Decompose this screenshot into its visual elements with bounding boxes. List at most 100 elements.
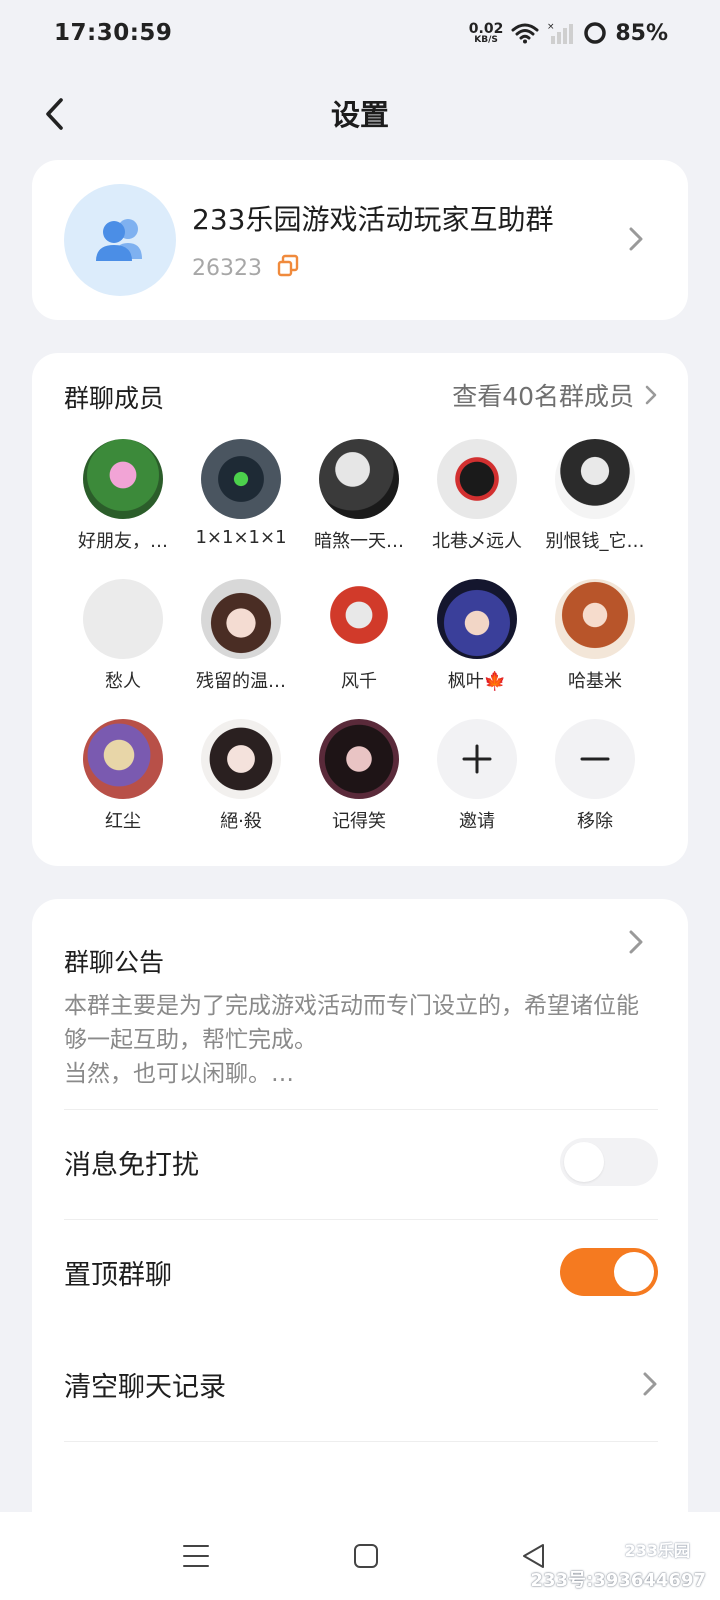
mute-toggle[interactable] — [560, 1138, 658, 1186]
battery-percent: 85% — [615, 20, 668, 46]
member-item[interactable]: 别恨钱_它… — [536, 439, 654, 579]
member-avatar — [555, 439, 635, 519]
member-item[interactable]: 残留的温… — [182, 579, 300, 719]
wifi-icon — [511, 22, 539, 44]
member-item[interactable]: 红尘 — [64, 719, 182, 859]
mute-row: 消息免打扰 — [64, 1127, 658, 1197]
chevron-right-icon — [629, 930, 643, 954]
remove-label: 移除 — [577, 811, 613, 832]
member-item[interactable]: 暗煞一天… — [300, 439, 418, 579]
member-name: 絕·殺 — [220, 811, 262, 832]
clear-history-row[interactable]: 清空聊天记录 — [64, 1349, 658, 1419]
mute-label: 消息免打扰 — [64, 1149, 199, 1181]
member-name: 好朋友，… — [78, 531, 168, 552]
chevron-right-icon — [629, 227, 643, 251]
chevron-right-icon — [645, 385, 657, 405]
member-avatar — [319, 579, 399, 659]
status-time: 17:30:59 — [54, 20, 173, 46]
member-name: 风千 — [341, 671, 377, 692]
settings-card: 群聊公告 本群主要是为了完成游戏活动而专门设立的，希望诸位能够一起互助，帮忙完成… — [32, 899, 688, 1539]
toggle-knob — [614, 1252, 654, 1292]
group-notice[interactable]: 群聊公告 本群主要是为了完成游戏活动而专门设立的，希望诸位能够一起互助，帮忙完成… — [64, 943, 658, 1091]
group-id-row: 26323 — [192, 254, 300, 282]
invite-member-button[interactable]: 邀请 — [418, 719, 536, 859]
member-item[interactable]: 哈基米 — [536, 579, 654, 719]
member-avatar — [319, 439, 399, 519]
signal-icon: × — [547, 21, 575, 45]
group-info-card[interactable]: 233乐园游戏活动玩家互助群 26323 — [32, 160, 688, 320]
square-home-icon — [354, 1544, 378, 1568]
member-avatar — [555, 579, 635, 659]
member-name: 1×1×1×1 — [195, 527, 287, 548]
member-avatar — [437, 579, 517, 659]
net-speed: 0.02 KB/S — [469, 22, 504, 45]
group-id: 26323 — [192, 255, 262, 281]
status-indicators: 0.02 KB/S × 85% — [469, 21, 668, 46]
view-all-members-link[interactable]: 查看40名群成员 — [452, 377, 658, 413]
member-avatar — [83, 719, 163, 799]
net-speed-value: 0.02 — [468, 20, 504, 37]
divider — [64, 1109, 658, 1110]
member-name: 红尘 — [105, 811, 141, 832]
member-name: 枫叶🍁 — [447, 671, 507, 692]
member-grid: 好朋友，… 1×1×1×1 暗煞一天… 北巷乄远人 别恨钱_它… 愁人 残留的温… — [64, 439, 654, 859]
member-row: 愁人 残留的温… 风千 枫叶🍁 哈基米 — [64, 579, 654, 719]
member-name: 愁人 — [105, 671, 141, 692]
net-speed-unit: KB/S — [474, 34, 498, 45]
member-name: 北巷乄远人 — [432, 531, 522, 552]
member-item[interactable]: 1×1×1×1 — [182, 439, 300, 579]
invite-avatar — [437, 719, 517, 799]
member-name: 别恨钱_它… — [545, 531, 645, 552]
pin-row: 置顶群聊 — [64, 1237, 658, 1307]
group-avatar — [64, 184, 176, 296]
watermark-id: 233号:393644697 — [530, 1570, 707, 1591]
chevron-left-icon — [46, 98, 63, 130]
member-avatar — [83, 579, 163, 659]
svg-text:×: × — [547, 22, 555, 32]
member-item[interactable]: 枫叶🍁 — [418, 579, 536, 719]
members-title: 群聊成员 — [64, 384, 165, 413]
member-name: 哈基米 — [568, 671, 622, 692]
toggle-knob — [564, 1142, 604, 1182]
members-card: 群聊成员 查看40名群成员 好朋友，… 1×1×1×1 暗煞一天… 北巷乄远人 — [32, 353, 688, 866]
pin-toggle[interactable] — [560, 1248, 658, 1296]
member-item[interactable]: 愁人 — [64, 579, 182, 719]
back-button[interactable] — [34, 94, 74, 134]
member-row: 红尘 絕·殺 记得笑 邀请 移除 — [64, 719, 654, 859]
minus-icon — [580, 757, 610, 761]
member-item[interactable]: 絕·殺 — [182, 719, 300, 859]
menu-icon — [183, 1545, 209, 1567]
battery-ring-icon — [583, 21, 607, 45]
divider — [64, 1441, 658, 1442]
view-all-members-text: 查看40名群成员 — [452, 382, 634, 411]
member-item[interactable]: 北巷乄远人 — [418, 439, 536, 579]
notice-body: 本群主要是为了完成游戏活动而专门设立的，希望诸位能够一起互助，帮忙完成。 当然，… — [64, 993, 639, 1087]
member-item[interactable]: 记得笑 — [300, 719, 418, 859]
nav-home-button[interactable] — [346, 1536, 386, 1576]
clear-history-label: 清空聊天记录 — [64, 1371, 226, 1403]
member-item[interactable]: 风千 — [300, 579, 418, 719]
member-name: 记得笑 — [332, 811, 386, 832]
member-avatar — [319, 719, 399, 799]
plus-icon — [462, 744, 492, 774]
remove-member-button[interactable]: 移除 — [536, 719, 654, 859]
divider — [64, 1219, 658, 1220]
chevron-right-icon — [643, 1372, 657, 1396]
copy-icon[interactable] — [276, 254, 300, 282]
group-name: 233乐园游戏活动玩家互助群 — [192, 203, 554, 236]
member-row: 好朋友，… 1×1×1×1 暗煞一天… 北巷乄远人 别恨钱_它… — [64, 439, 654, 579]
status-bar: 17:30:59 0.02 KB/S × 85% — [0, 0, 720, 66]
nav-menu-button[interactable] — [176, 1536, 216, 1576]
member-avatar — [83, 439, 163, 519]
member-name: 暗煞一天… — [314, 531, 404, 552]
remove-avatar — [555, 719, 635, 799]
page-title: 设置 — [330, 98, 389, 132]
member-name: 残留的温… — [196, 671, 286, 692]
pin-label: 置顶群聊 — [64, 1259, 172, 1291]
group-people-icon — [96, 219, 142, 261]
member-item[interactable]: 好朋友，… — [64, 439, 182, 579]
member-avatar — [201, 719, 281, 799]
watermark-logo: 233乐园 — [624, 1541, 690, 1560]
invite-label: 邀请 — [459, 811, 495, 832]
member-avatar — [201, 439, 281, 519]
